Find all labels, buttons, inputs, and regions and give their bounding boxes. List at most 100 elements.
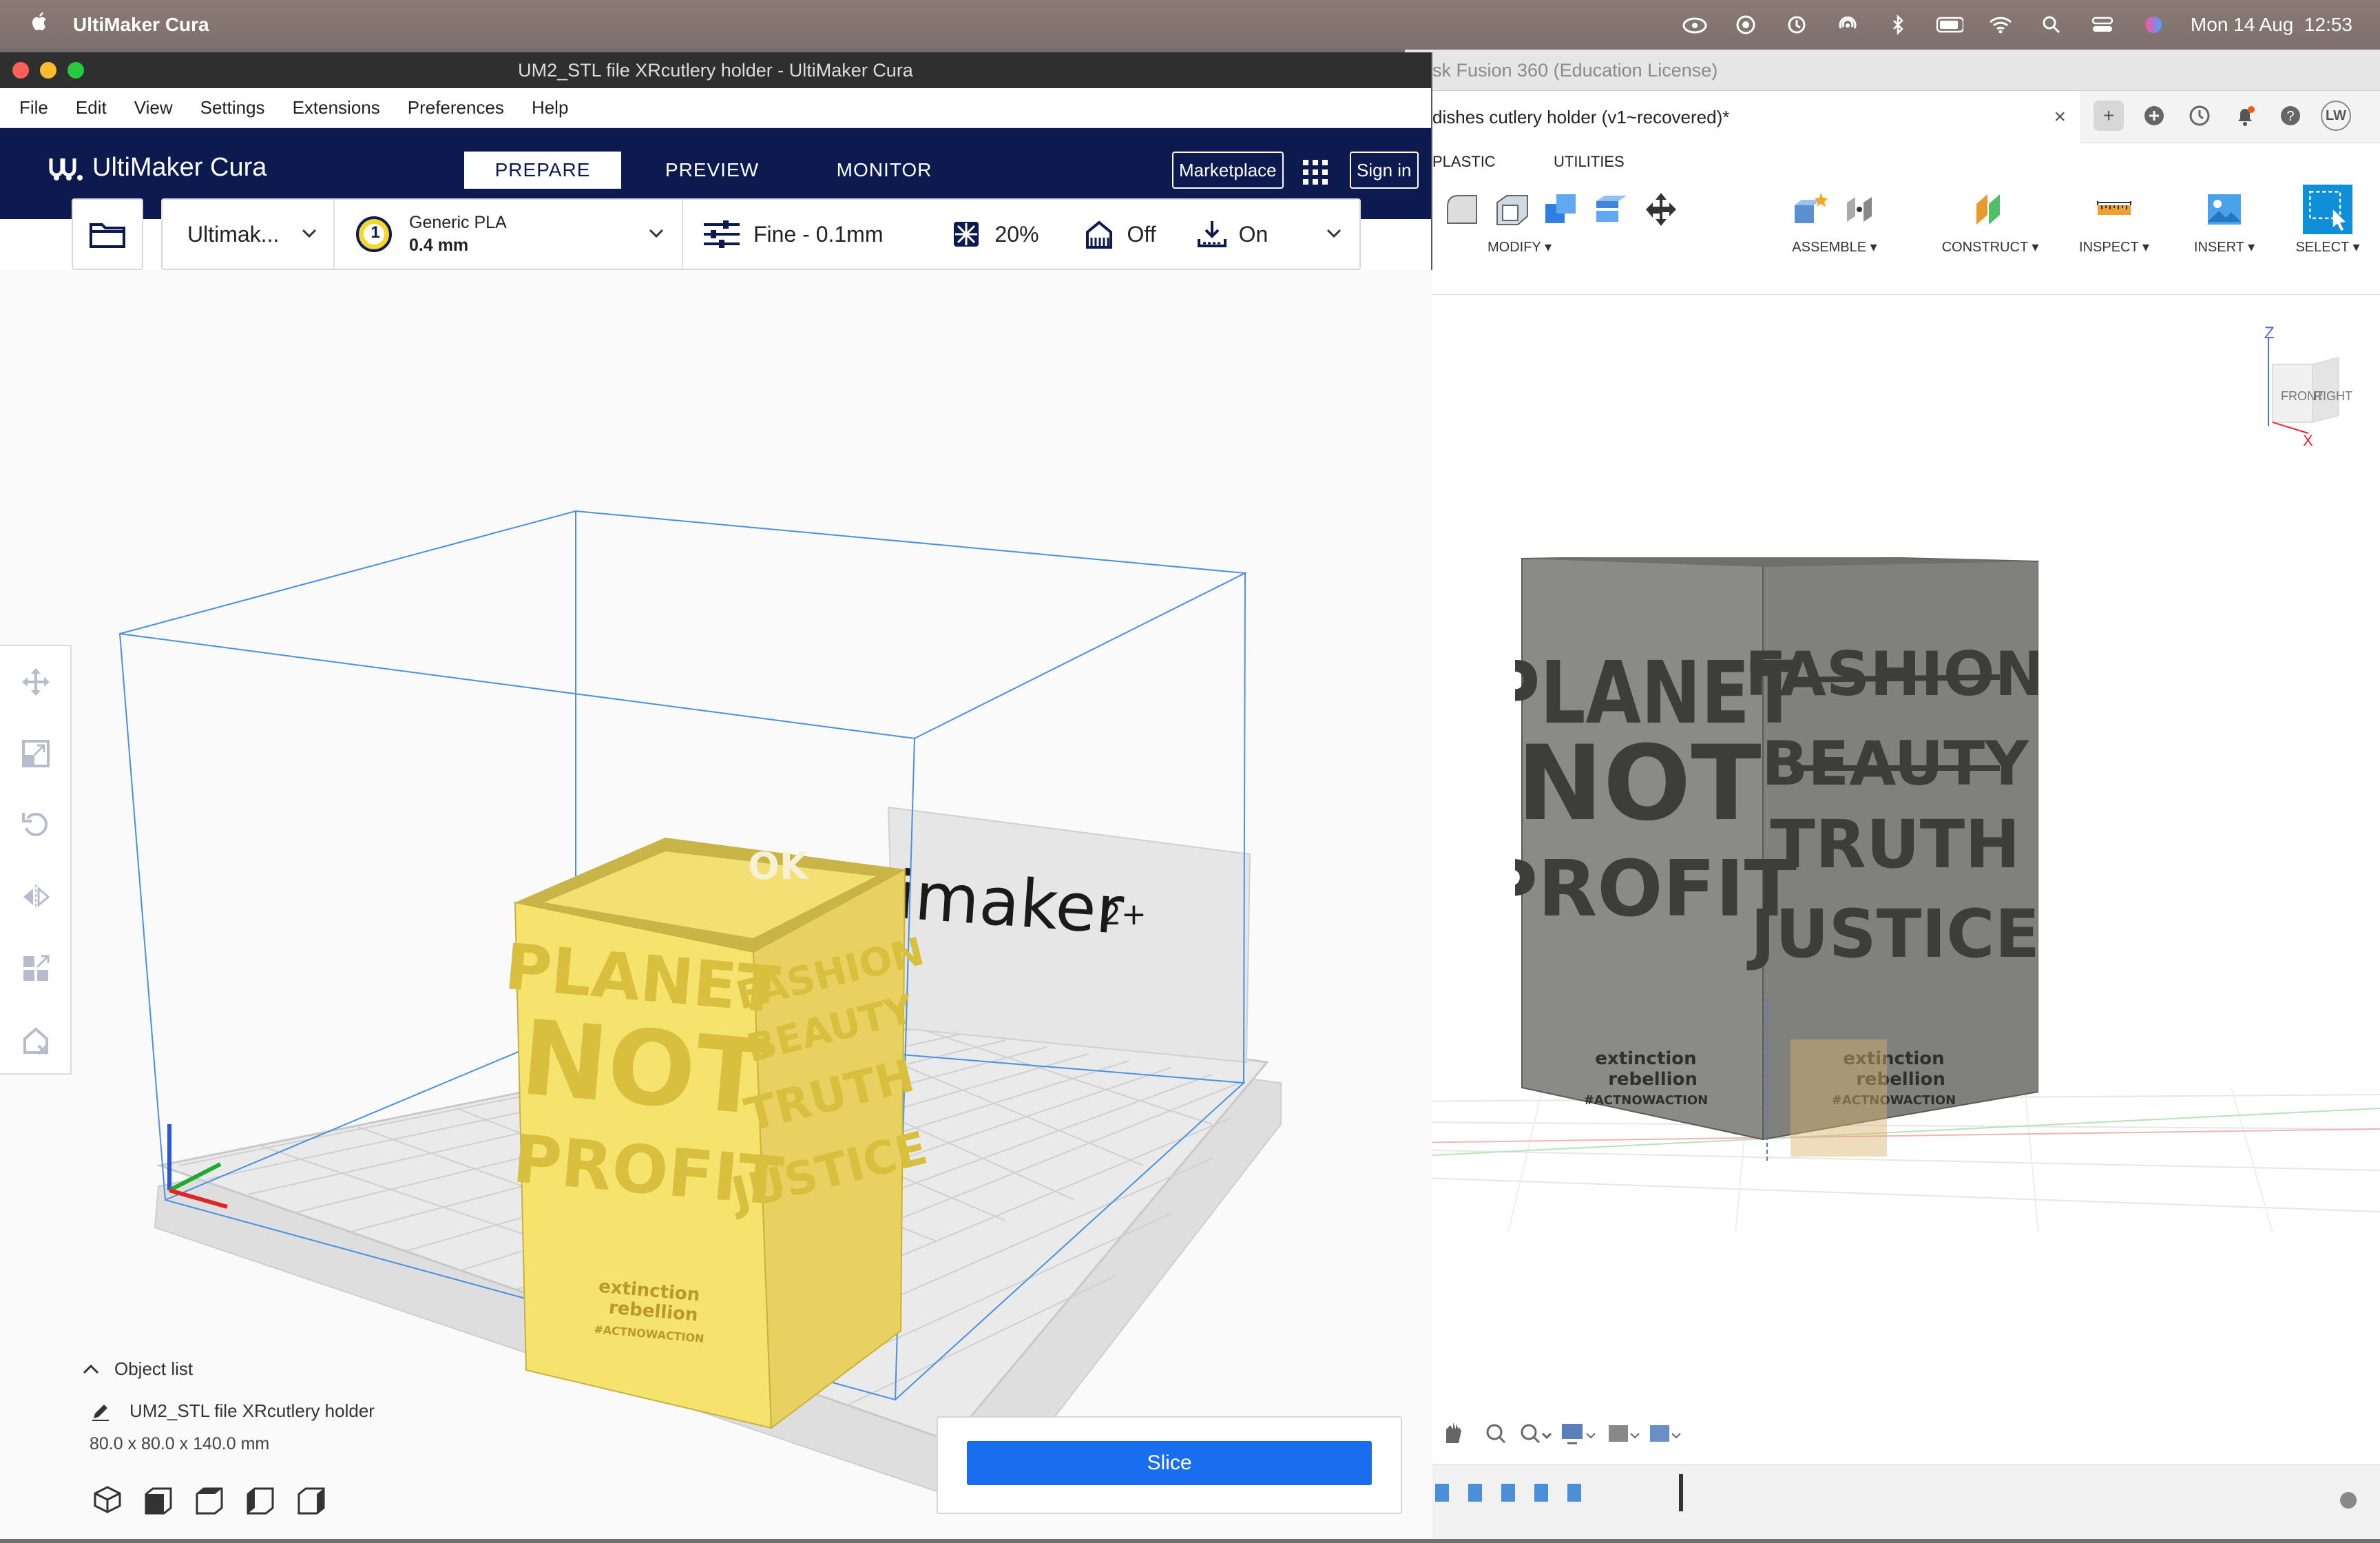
modify-menu[interactable]: MODIFY ▾	[1405, 238, 1680, 256]
view-left-icon[interactable]	[245, 1484, 275, 1515]
transform-tools-panel	[0, 645, 72, 1075]
select-menu[interactable]: SELECT ▾	[2286, 238, 2369, 256]
ribbon-tab-utilities[interactable]: UTILITIES	[1554, 153, 1625, 171]
construct-menu[interactable]: CONSTRUCT ▾	[1928, 238, 2052, 256]
battery-icon[interactable]	[1936, 14, 1963, 35]
apps-grid-icon[interactable]	[1302, 158, 1329, 186]
new-component-icon[interactable]	[1791, 190, 1829, 229]
plate-model-text: 2+	[1102, 897, 1147, 932]
wifi-icon[interactable]	[1987, 14, 2014, 35]
insert-image-icon[interactable]	[2205, 190, 2244, 229]
assemble-menu[interactable]: ASSEMBLE ▾	[1791, 238, 1879, 256]
insert-menu[interactable]: INSERT ▾	[2183, 238, 2266, 256]
rotate-tool[interactable]	[0, 789, 72, 861]
time-machine-icon[interactable]	[1783, 14, 1810, 35]
support-blocker-tool[interactable]	[0, 1004, 72, 1076]
navigation-tools-icon[interactable]	[1405, 1416, 1694, 1454]
cura-3d-viewport[interactable]: imaker 2+ PLANET NOT PROFIT FASHION BEAU…	[0, 270, 1432, 1539]
open-file-button[interactable]	[72, 198, 143, 270]
menu-file[interactable]: File	[19, 97, 48, 118]
shell-icon[interactable]	[1493, 190, 1532, 229]
select-icon[interactable]	[2303, 185, 2352, 234]
per-model-settings-tool[interactable]	[0, 933, 72, 1004]
menu-edit[interactable]: Edit	[76, 97, 107, 118]
clock-datetime[interactable]: Mon 14 Aug 12:53	[2191, 14, 2352, 36]
printer-selector[interactable]: Ultimak...	[163, 200, 335, 269]
view-front-icon[interactable]	[143, 1484, 174, 1515]
fusion-tab-actions: + ? LW	[2094, 101, 2351, 131]
cura-window-title: UM2_STL file XRcutlery holder - UltiMake…	[518, 60, 913, 81]
ribbon-tab-plastic[interactable]: PLASTIC	[1432, 153, 1496, 171]
model-hashtag-front: #ACTNOWACTION	[1584, 1093, 1708, 1108]
apple-menu-icon[interactable]	[26, 10, 54, 40]
close-window-icon[interactable]	[12, 62, 29, 79]
control-center-icon[interactable]	[2089, 14, 2116, 35]
scale-icon	[22, 740, 50, 767]
slice-button[interactable]: Slice	[967, 1441, 1372, 1485]
menu-settings[interactable]: Settings	[200, 97, 265, 118]
object-dimensions: 80.0 x 80.0 x 140.0 mm	[90, 1434, 270, 1453]
slice-panel: Slice	[937, 1416, 1402, 1514]
fillet-icon[interactable]	[1443, 190, 1482, 229]
airdrop-icon[interactable]	[1834, 14, 1861, 35]
view-right-icon[interactable]	[296, 1484, 326, 1515]
user-avatar[interactable]: LW	[2321, 101, 2351, 131]
modify-group: MODIFY ▾	[1405, 186, 1680, 255]
creative-cloud-icon[interactable]	[1681, 14, 1709, 35]
print-settings-selector[interactable]: Fine - 0.1mm 20% Off On	[683, 200, 1359, 269]
mirror-tool[interactable]	[0, 861, 72, 933]
inspect-menu[interactable]: INSPECT ▾	[2073, 238, 2155, 256]
menu-preferences[interactable]: Preferences	[408, 97, 504, 118]
ultimaker-logo-icon	[49, 158, 83, 180]
object-list-toggle[interactable]: Object list	[83, 1358, 375, 1380]
offset-face-icon[interactable]	[1592, 190, 1631, 229]
job-status-icon[interactable]	[2184, 101, 2215, 131]
measure-icon[interactable]	[2095, 190, 2133, 229]
combine-icon[interactable]	[1543, 190, 1581, 229]
offset-plane-icon[interactable]	[1971, 190, 2010, 229]
fusion-document-tab[interactable]: dishes cutlery holder (v1~recovered)* ×	[1405, 91, 2080, 143]
window-controls	[12, 62, 84, 79]
bluetooth-icon[interactable]	[1885, 14, 1912, 35]
chevron-down-icon	[1326, 229, 1342, 238]
sign-in-button[interactable]: Sign in	[1350, 152, 1419, 189]
object-list-item[interactable]: UM2_STL file XRcutlery holder	[91, 1400, 375, 1422]
joint-icon[interactable]	[1840, 190, 1879, 229]
move-tool[interactable]	[0, 646, 72, 718]
folder-icon	[90, 223, 125, 248]
notifications-icon[interactable]	[2230, 101, 2260, 131]
assemble-group: ASSEMBLE ▾	[1791, 186, 1879, 255]
menu-extensions[interactable]: Extensions	[293, 97, 380, 118]
marketplace-button[interactable]: Marketplace	[1172, 152, 1284, 189]
minimize-window-icon[interactable]	[40, 62, 56, 79]
menu-view[interactable]: View	[134, 97, 173, 118]
material-selector[interactable]: 1 Generic PLA 0.4 mm	[335, 200, 683, 269]
stage-preview-tab[interactable]: PREVIEW	[634, 152, 791, 189]
extensions-icon[interactable]	[2139, 101, 2169, 131]
yellow-model-cutlery-holder[interactable]: PLANET NOT PROFIT FASHION BEAUTY TRUTH J…	[502, 838, 932, 1429]
view-3d-icon[interactable]	[92, 1484, 123, 1515]
scale-tool[interactable]	[0, 718, 72, 789]
stage-prepare-tab[interactable]: PREPARE	[464, 152, 621, 189]
close-icon[interactable]: ×	[2054, 91, 2066, 143]
cura-logo: UltiMaker Cura	[48, 153, 267, 183]
stage-monitor-tab[interactable]: MONITOR	[806, 152, 963, 189]
zoom-window-icon[interactable]	[67, 62, 84, 79]
active-app-name[interactable]: UltiMaker Cura	[73, 14, 209, 36]
timeline-features-icon[interactable]	[1405, 1464, 2380, 1540]
model-text-truth: TRUTH	[1770, 806, 2020, 883]
help-icon[interactable]: ?	[2275, 101, 2306, 131]
fusion-viewport[interactable]: Z FRONT RIGHT X PLANET NOT OF PROFIT	[1405, 296, 2380, 1494]
menu-help[interactable]: Help	[532, 97, 568, 118]
support-value: Off	[1127, 221, 1156, 247]
spotlight-icon[interactable]	[2038, 14, 2065, 35]
model-text-of: OF	[1636, 782, 1659, 799]
new-tab-icon[interactable]: +	[2094, 101, 2124, 131]
chevron-down-icon	[302, 229, 317, 238]
view-top-icon[interactable]	[194, 1484, 225, 1515]
move-icon[interactable]	[1642, 190, 1680, 229]
viewcube-icon[interactable]: Z FRONT RIGHT X	[2231, 323, 2355, 447]
app-icon[interactable]	[1732, 14, 1760, 35]
status-area: Mon 14 Aug 12:53	[1681, 0, 2352, 50]
siri-icon[interactable]	[2140, 14, 2167, 35]
